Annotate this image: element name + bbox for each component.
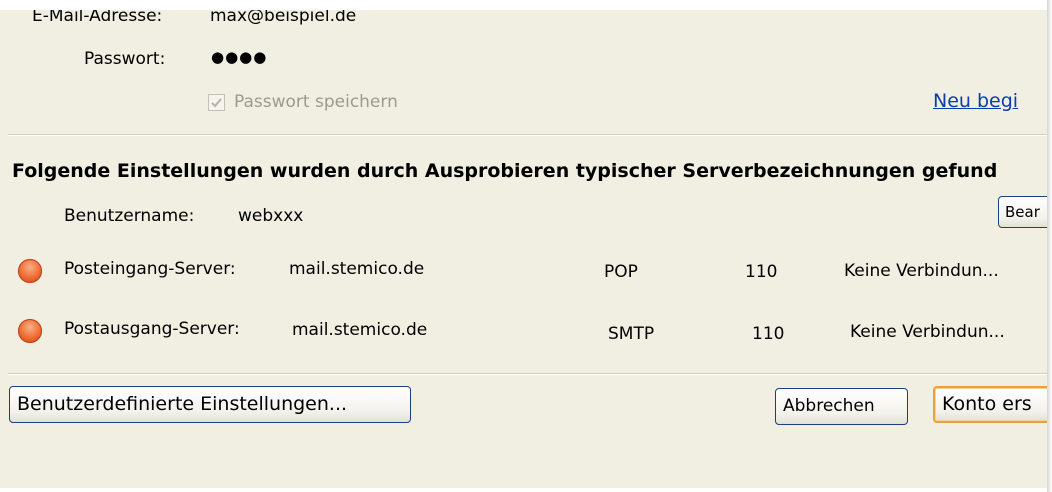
outgoing-server-label: Postausgang-Server:	[64, 319, 240, 339]
error-status-icon	[18, 319, 42, 343]
edit-button[interactable]: Bear	[998, 196, 1047, 228]
outgoing-server-host: mail.stemico.de	[292, 320, 428, 340]
username-value: webxxx	[238, 206, 304, 226]
account-setup-dialog: E-Mail-Adresse: max@beispiel.de Passwort…	[0, 10, 1047, 488]
password-label: Passwort:	[84, 49, 166, 69]
outgoing-server-protocol: SMTP	[608, 324, 655, 344]
custom-settings-button[interactable]: Benutzerdefinierte Einstellungen...	[9, 386, 411, 423]
remember-password-checkbox[interactable]	[208, 94, 225, 111]
separator	[8, 134, 1047, 136]
outgoing-server-port: 110	[752, 324, 785, 344]
email-field[interactable]: max@beispiel.de	[210, 10, 356, 26]
cancel-button[interactable]: Abbrechen	[775, 388, 908, 425]
outgoing-server-status: Keine Verbindun...	[850, 322, 1005, 342]
password-field[interactable]: ●●●●	[211, 48, 267, 66]
error-status-icon	[18, 259, 42, 283]
username-label: Benutzername:	[64, 206, 195, 226]
incoming-server-status: Keine Verbindun...	[844, 261, 999, 281]
separator	[8, 373, 1047, 375]
incoming-server-label: Posteingang-Server:	[64, 259, 236, 279]
window-edge	[1047, 0, 1052, 492]
incoming-server-port: 110	[745, 262, 778, 282]
incoming-server-host: mail.stemico.de	[289, 259, 425, 279]
create-account-button[interactable]: Konto ers	[933, 386, 1047, 423]
incoming-server-protocol: POP	[604, 262, 638, 282]
checkmark-icon	[211, 98, 222, 108]
email-label: E-Mail-Adresse:	[32, 10, 163, 26]
restart-link[interactable]: Neu begi	[933, 90, 1018, 112]
found-settings-heading: Folgende Einstellungen wurden durch Ausp…	[12, 160, 998, 182]
remember-password-label: Passwort speichern	[234, 92, 398, 112]
